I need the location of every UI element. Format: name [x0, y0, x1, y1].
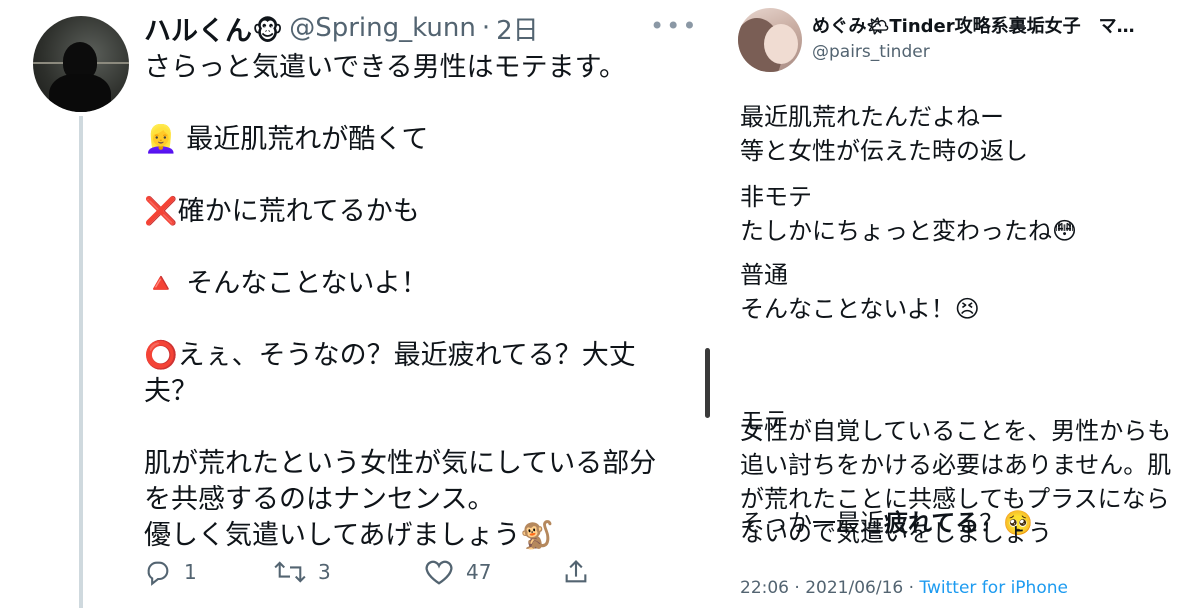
thread-line	[79, 116, 83, 608]
tweet-source-link[interactable]: Twitter for iPhone	[919, 578, 1068, 598]
reply-count: 1	[184, 560, 197, 584]
avatar-face	[764, 24, 798, 64]
tweet-header: めぐみ🌤Tinder攻略系裏垢女子 マ… @pairs_tinder	[812, 12, 1135, 62]
display-name[interactable]: ハルくん🐵	[144, 9, 283, 48]
more-icon[interactable]: •••	[650, 12, 698, 40]
user-avatar[interactable]	[33, 16, 129, 112]
tweet-actions: 1 3 47	[144, 558, 590, 586]
scrollbar[interactable]	[705, 348, 710, 418]
tweet-time[interactable]: 2日	[496, 10, 539, 47]
tweet-paragraph: 女性が自覚していることを、男性からも追い討ちをかける必要はありません。肌が荒れた…	[740, 417, 1172, 547]
separator: ·	[908, 578, 915, 598]
tweet-footer: 22:06 · 2021/06/16 · Twitter for iPhone	[740, 578, 1068, 598]
retweet-button[interactable]: 3	[274, 558, 424, 586]
tweet-header: ハルくん🐵 @Spring_kunn · 2日	[144, 8, 539, 48]
retweet-icon	[274, 558, 306, 586]
tweet-paragraph: 最近肌荒れたんだよねー 等と女性が伝えた時の返し	[740, 103, 1028, 165]
display-name[interactable]: めぐみ🌤Tinder攻略系裏垢女子 マ…	[812, 12, 1135, 38]
reply-icon	[144, 558, 172, 586]
like-icon	[424, 558, 454, 586]
share-icon	[562, 558, 590, 586]
like-button[interactable]: 47	[424, 558, 562, 586]
reply-button[interactable]: 1	[144, 558, 274, 586]
tweet-paragraph: 非モテ たしかにちょっと変わったね😳	[740, 183, 1078, 245]
left-tweet: ハルくん🐵 @Spring_kunn · 2日 ••• さらっと気遣いできる男性…	[0, 0, 712, 608]
separator: ·	[481, 13, 491, 43]
tweet-date[interactable]: 2021/06/16	[805, 578, 903, 598]
share-button[interactable]	[562, 558, 590, 586]
avatar-body	[49, 74, 111, 112]
right-tweet: めぐみ🌤Tinder攻略系裏垢女子 マ… @pairs_tinder 最近肌荒れ…	[712, 0, 1200, 608]
separator: ·	[794, 578, 800, 598]
tweet-paragraph: 普通 そんなことないよ！😣	[740, 261, 980, 323]
tweet-text: さらっと気遣いできる男性はモテます。 👱‍♀️ 最近肌荒れが酷くて ❌確かに荒れ…	[144, 52, 657, 551]
user-handle[interactable]: @pairs_tinder	[812, 42, 1135, 62]
user-avatar[interactable]	[738, 8, 802, 72]
like-count: 47	[466, 560, 492, 584]
retweet-count: 3	[318, 560, 331, 584]
tweet-time[interactable]: 22:06	[740, 578, 789, 598]
user-handle[interactable]: @Spring_kunn	[289, 13, 476, 43]
